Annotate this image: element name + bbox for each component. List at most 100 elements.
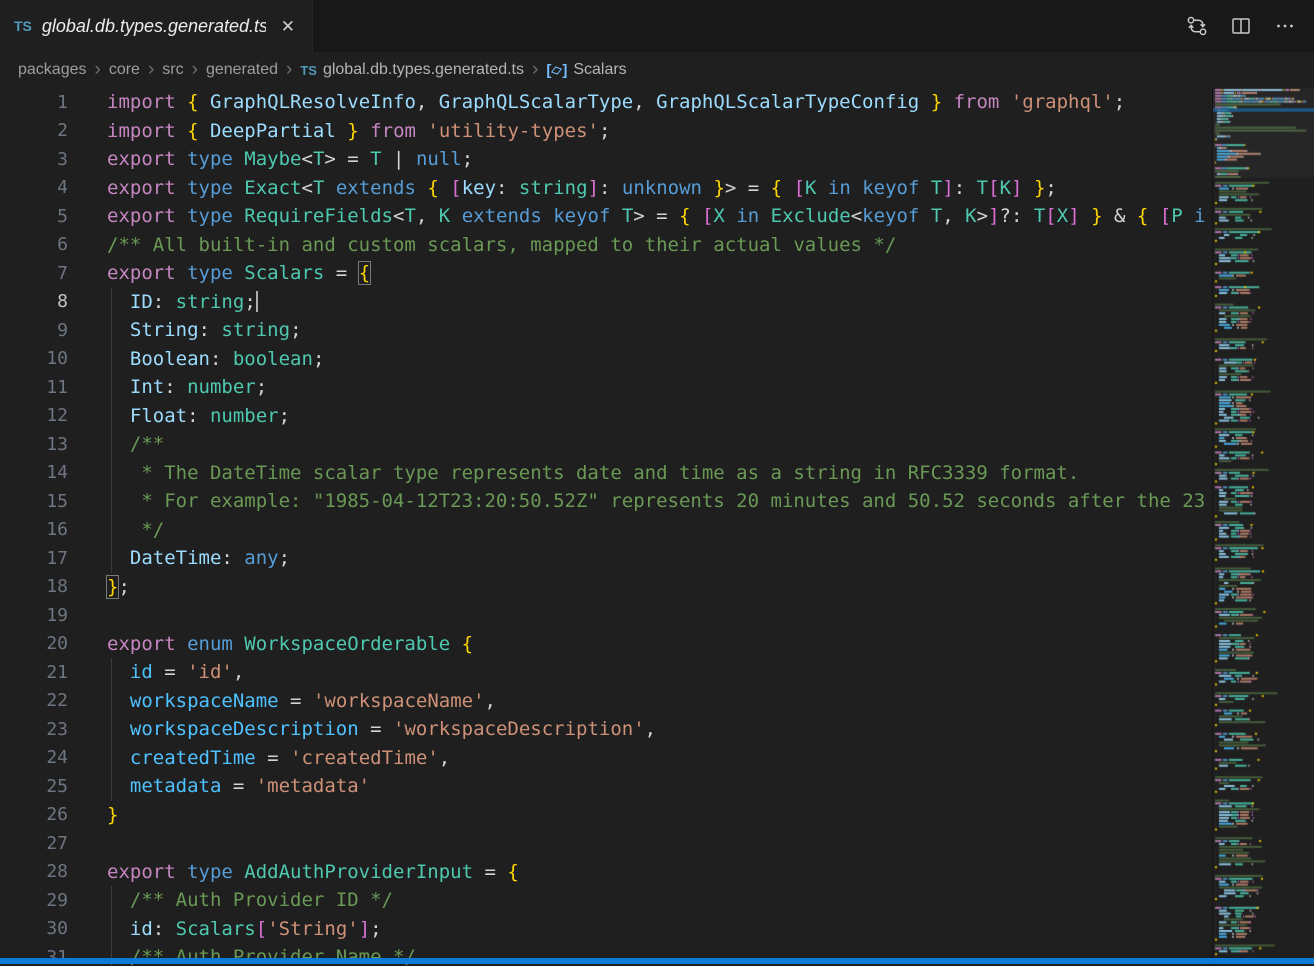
split-editor-icon[interactable] xyxy=(1226,11,1256,41)
breadcrumb-chevron-icon: › xyxy=(148,60,154,79)
code-text: export type Scalars = { xyxy=(107,262,370,284)
indent-guide xyxy=(111,459,112,488)
text-cursor xyxy=(256,291,258,312)
indent-guide xyxy=(111,373,112,402)
breadcrumb-item-packages[interactable]: packages xyxy=(18,61,87,79)
code-line[interactable]: 21 id = 'id', xyxy=(0,658,1212,687)
code-line[interactable]: 18}; xyxy=(0,573,1212,602)
line-number: 19 xyxy=(0,605,107,626)
code-text: workspaceDescription = 'workspaceDescrip… xyxy=(107,718,656,740)
code-text: DateTime: any; xyxy=(107,547,290,569)
line-number: 25 xyxy=(0,776,107,797)
code-text: String: string; xyxy=(107,319,302,341)
breadcrumb-chevron-icon: › xyxy=(532,60,538,79)
code-line[interactable]: 15 * For example: "1985-04-12T23:20:50.5… xyxy=(0,487,1212,516)
line-number: 20 xyxy=(0,633,107,654)
code-line[interactable]: 8 ID: string; xyxy=(0,288,1212,317)
code-text: * For example: "1985-04-12T23:20:50.52Z"… xyxy=(107,490,1205,512)
line-number: 12 xyxy=(0,405,107,426)
code-line[interactable]: 28export type AddAuthProviderInput = { xyxy=(0,858,1212,887)
code-text: metadata = 'metadata' xyxy=(107,775,370,797)
indent-guide xyxy=(111,288,112,317)
code-text: import { GraphQLResolveInfo, GraphQLScal… xyxy=(107,91,1125,113)
breadcrumb-item-global-db-types-generated-ts[interactable]: TS global.db.types.generated.ts xyxy=(300,61,524,79)
code-line[interactable]: 11 Int: number; xyxy=(0,373,1212,402)
line-number: 21 xyxy=(0,662,107,683)
code-line[interactable]: 23 workspaceDescription = 'workspaceDesc… xyxy=(0,715,1212,744)
code-line[interactable]: 10 Boolean: boolean; xyxy=(0,345,1212,374)
code-line[interactable]: 22 workspaceName = 'workspaceName', xyxy=(0,687,1212,716)
more-actions-icon[interactable] xyxy=(1270,11,1300,41)
indent-guide xyxy=(111,658,112,687)
breadcrumb-item-src[interactable]: src xyxy=(162,61,183,79)
code-text: /** xyxy=(107,433,164,455)
line-number: 17 xyxy=(0,548,107,569)
code-text: }; xyxy=(107,576,130,598)
indent-guide xyxy=(111,744,112,773)
line-number: 1 xyxy=(0,92,107,113)
breadcrumb-label: packages xyxy=(18,61,87,79)
code-line[interactable]: 14 * The DateTime scalar type represents… xyxy=(0,459,1212,488)
indent-guide xyxy=(111,402,112,431)
code-line[interactable]: 27 xyxy=(0,829,1212,858)
code-line[interactable]: 20export enum WorkspaceOrderable { xyxy=(0,630,1212,659)
code-line[interactable]: 9 String: string; xyxy=(0,316,1212,345)
line-number: 11 xyxy=(0,377,107,398)
code-text: } xyxy=(107,804,118,826)
breadcrumb-label: global.db.types.generated.ts xyxy=(323,61,524,79)
minimap-canvas xyxy=(1213,88,1314,964)
code-text: export enum WorkspaceOrderable { xyxy=(107,633,473,655)
code-line[interactable]: 6/** All built-in and custom scalars, ma… xyxy=(0,231,1212,260)
code-line[interactable]: 25 metadata = 'metadata' xyxy=(0,772,1212,801)
breadcrumb-item-core[interactable]: core xyxy=(109,61,140,79)
typescript-file-icon: TS xyxy=(300,63,317,78)
code-line[interactable]: 7export type Scalars = { xyxy=(0,259,1212,288)
code-text: createdTime = 'createdTime', xyxy=(107,747,450,769)
close-icon[interactable]: ✕ xyxy=(276,15,300,38)
code-text: export type RequireFields<T, K extends k… xyxy=(107,205,1206,227)
code-line[interactable]: 24 createdTime = 'createdTime', xyxy=(0,744,1212,773)
code-line[interactable]: 19 xyxy=(0,601,1212,630)
code-line[interactable]: 2import { DeepPartial } from 'utility-ty… xyxy=(0,117,1212,146)
indent-guide xyxy=(111,772,112,801)
breadcrumb-label: src xyxy=(162,61,183,79)
line-number: 16 xyxy=(0,519,107,540)
indent-guide xyxy=(111,915,112,944)
code-line[interactable]: 1import { GraphQLResolveInfo, GraphQLSca… xyxy=(0,88,1212,117)
code-text: Float: number; xyxy=(107,405,290,427)
code-line[interactable]: 29 /** Auth Provider ID */ xyxy=(0,886,1212,915)
code-line[interactable]: 12 Float: number; xyxy=(0,402,1212,431)
breadcrumb-item-scalars[interactable]: []Scalars xyxy=(546,61,626,79)
line-number: 3 xyxy=(0,149,107,170)
editor-actions xyxy=(1182,0,1314,52)
indent-guide xyxy=(111,345,112,374)
indent-guide xyxy=(111,544,112,573)
line-number: 10 xyxy=(0,348,107,369)
code-line[interactable]: 17 DateTime: any; xyxy=(0,544,1212,573)
code-line[interactable]: 13 /** xyxy=(0,430,1212,459)
editor-tab[interactable]: TS global.db.types.generated.ts ✕ xyxy=(0,0,313,52)
compare-changes-icon[interactable] xyxy=(1182,11,1212,41)
minimap[interactable] xyxy=(1212,88,1314,966)
breadcrumb-chevron-icon: › xyxy=(286,60,292,79)
line-number: 5 xyxy=(0,206,107,227)
line-number: 29 xyxy=(0,890,107,911)
line-number: 30 xyxy=(0,918,107,939)
line-number: 24 xyxy=(0,747,107,768)
code-line[interactable]: 3export type Maybe<T> = T | null; xyxy=(0,145,1212,174)
code-text: Int: number; xyxy=(107,376,267,398)
line-number: 15 xyxy=(0,491,107,512)
code-line[interactable]: 26} xyxy=(0,801,1212,830)
symbol-type-icon: [] xyxy=(546,62,567,79)
code-line[interactable]: 30 id: Scalars['String']; xyxy=(0,915,1212,944)
indent-guide xyxy=(111,886,112,915)
panel-sash[interactable] xyxy=(0,958,1314,964)
breadcrumb-item-generated[interactable]: generated xyxy=(206,61,278,79)
code-line[interactable]: 4export type Exact<T extends { [key: str… xyxy=(0,174,1212,203)
code-area[interactable]: 1import { GraphQLResolveInfo, GraphQLSca… xyxy=(0,88,1212,966)
code-text: /** All built-in and custom scalars, map… xyxy=(107,234,896,256)
code-text: id = 'id', xyxy=(107,661,244,683)
code-line[interactable]: 16 */ xyxy=(0,516,1212,545)
code-line[interactable]: 5export type RequireFields<T, K extends … xyxy=(0,202,1212,231)
line-number: 6 xyxy=(0,234,107,255)
